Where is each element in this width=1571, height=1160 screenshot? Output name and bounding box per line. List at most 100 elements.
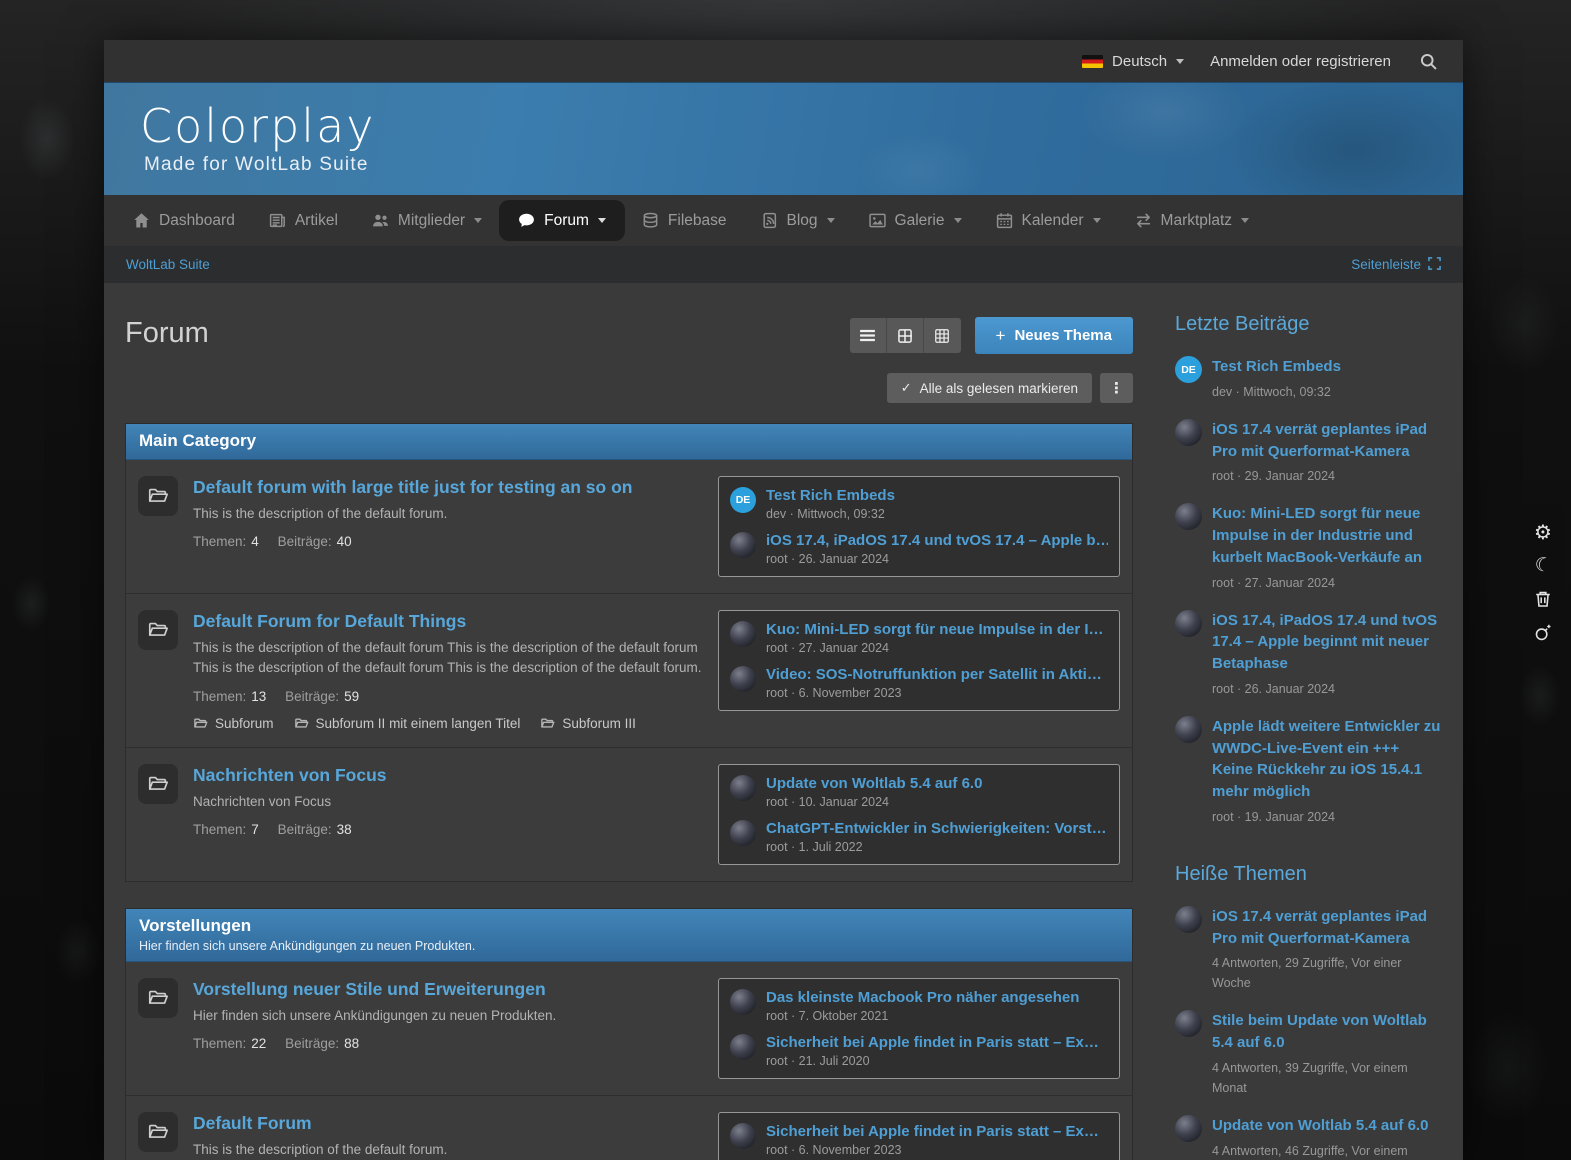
- more-options-button[interactable]: ⋮: [1100, 373, 1133, 403]
- mark-all-read-button[interactable]: ✓ Alle als gelesen markieren: [887, 373, 1092, 403]
- posts-label: Beiträge:: [285, 1036, 339, 1051]
- subforum-link[interactable]: Subforum: [193, 716, 274, 731]
- nav-item-artikel[interactable]: Artikel: [252, 195, 355, 246]
- hot-topic-link[interactable]: Update von Woltlab 5.4 auf 6.0: [1212, 1115, 1443, 1137]
- nav-item-mitglieder[interactable]: Mitglieder: [355, 195, 499, 246]
- nav-item-filebase[interactable]: Filebase: [625, 195, 744, 246]
- avatar[interactable]: [730, 775, 756, 801]
- site-logo[interactable]: Colorplay: [140, 102, 1463, 150]
- forum-title-link[interactable]: Nachrichten von Focus: [193, 765, 387, 786]
- trash-icon[interactable]: [1521, 582, 1565, 615]
- dark-mode-moon-icon[interactable]: ☾: [1518, 545, 1568, 586]
- search-icon[interactable]: [1417, 50, 1439, 72]
- recent-post-item: DE Test Rich Embeds dev · Mittwoch, 09:3…: [1175, 356, 1443, 402]
- recent-post-link[interactable]: Kuo: Mini-LED sorgt für neue Impulse in …: [1212, 503, 1443, 568]
- forum-stats: Themen:22 Beiträge:88: [193, 1036, 703, 1051]
- hot-topic-item: iOS 17.4 verrät geplantes iPad Pro mit Q…: [1175, 906, 1443, 994]
- avatar[interactable]: DE: [1175, 356, 1202, 383]
- login-register-link[interactable]: Anmelden oder registrieren: [1210, 53, 1391, 70]
- nav-item-kalender[interactable]: Kalender: [979, 195, 1118, 246]
- hot-topic-link[interactable]: iOS 17.4 verrät geplantes iPad Pro mit Q…: [1212, 906, 1443, 950]
- nav-item-dashboard[interactable]: Dashboard: [116, 195, 252, 246]
- new-topic-label: Neues Thema: [1014, 327, 1112, 344]
- latest-post-meta: dev · Mittwoch, 09:32: [766, 507, 895, 521]
- bomb-icon[interactable]: [1521, 615, 1565, 648]
- list-view-button[interactable]: [850, 318, 887, 353]
- latest-post-link[interactable]: ChatGPT-Entwickler in Schwierigkeiten: V…: [766, 820, 1107, 837]
- chevron-down-icon: [598, 218, 606, 223]
- forum-title-link[interactable]: Default Forum for Default Things: [193, 611, 466, 632]
- avatar[interactable]: [1175, 419, 1202, 446]
- posts-count: 38: [337, 822, 352, 837]
- nav-item-marktplatz[interactable]: Marktplatz: [1118, 195, 1267, 246]
- latest-post-link[interactable]: Update von Woltlab 5.4 auf 6.0: [766, 775, 982, 792]
- avatar[interactable]: [730, 666, 756, 692]
- home-icon: [133, 212, 150, 229]
- latest-posts-box: Das kleinste Macbook Pro näher angesehen…: [718, 978, 1120, 1079]
- forum-title-link[interactable]: Default Forum: [193, 1113, 312, 1134]
- topics-label: Themen:: [193, 822, 246, 837]
- avatar[interactable]: [1175, 503, 1202, 530]
- nav-item-galerie[interactable]: Galerie: [852, 195, 979, 246]
- subforum-link[interactable]: Subforum II mit einem langen Titel: [294, 716, 521, 731]
- latest-post-link[interactable]: Das kleinste Macbook Pro näher angesehen: [766, 989, 1079, 1006]
- avatar[interactable]: [730, 989, 756, 1015]
- settings-gear-icon[interactable]: ⚙: [1521, 516, 1565, 549]
- forum-title-link[interactable]: Default forum with large title just for …: [193, 477, 632, 498]
- avatar[interactable]: [730, 1034, 756, 1060]
- nav-item-forum[interactable]: Forum: [499, 200, 625, 241]
- new-topic-button[interactable]: + Neues Thema: [975, 317, 1133, 354]
- latest-post-link[interactable]: Video: SOS-Notruffunktion per Satellit i…: [766, 666, 1102, 683]
- forum-row: Default forum with large title just for …: [126, 460, 1132, 593]
- top-user-bar: Deutsch Anmelden oder registrieren: [104, 40, 1463, 82]
- avatar[interactable]: [730, 1123, 756, 1149]
- latest-post-link[interactable]: iOS 17.4, iPadOS 17.4 und tvOS 17.4 – Ap…: [766, 532, 1108, 549]
- avatar[interactable]: [730, 820, 756, 846]
- nav-label: Blog: [787, 212, 818, 230]
- recent-post-link[interactable]: Apple lädt weitere Entwickler zu WWDC-Li…: [1212, 716, 1443, 803]
- folder-open-icon: [138, 1112, 178, 1152]
- recent-post-link[interactable]: iOS 17.4, iPadOS 17.4 und tvOS 17.4 – Ap…: [1212, 610, 1443, 675]
- latest-post: Update von Woltlab 5.4 auf 6.0 root · 10…: [730, 775, 1108, 809]
- sidebar-toggle[interactable]: Seitenleiste: [1351, 257, 1441, 273]
- nav-label: Mitglieder: [398, 212, 465, 230]
- avatar[interactable]: [730, 621, 756, 647]
- latest-post-meta: root · 6. November 2023: [766, 686, 1102, 700]
- folder-open-icon: [138, 476, 178, 516]
- compact-grid-view-button[interactable]: [924, 318, 961, 353]
- avatar[interactable]: [1175, 716, 1202, 743]
- forum-row: Nachrichten von Focus Nachrichten von Fo…: [126, 747, 1132, 881]
- exchange-arrows-icon: [1135, 212, 1152, 229]
- avatar[interactable]: DE: [730, 487, 756, 513]
- subforum-link[interactable]: Subforum III: [540, 716, 636, 731]
- avatar[interactable]: [1175, 1115, 1202, 1142]
- latest-post-link[interactable]: Sicherheit bei Apple findet in Paris sta…: [766, 1034, 1099, 1051]
- recent-post-link[interactable]: Test Rich Embeds: [1212, 356, 1341, 378]
- avatar[interactable]: [730, 532, 756, 558]
- latest-post: ChatGPT-Entwickler in Schwierigkeiten: V…: [730, 820, 1108, 854]
- latest-post-link[interactable]: Kuo: Mini-LED sorgt für neue Impulse in …: [766, 621, 1104, 638]
- latest-post-link[interactable]: Sicherheit bei Apple findet in Paris sta…: [766, 1123, 1099, 1140]
- users-icon: [372, 212, 389, 229]
- grid-view-button[interactable]: [887, 318, 924, 353]
- nav-item-blog[interactable]: Blog: [744, 195, 852, 246]
- chevron-down-icon: [827, 218, 835, 223]
- latest-post-link[interactable]: Test Rich Embeds: [766, 487, 895, 504]
- language-selector[interactable]: Deutsch: [1082, 53, 1184, 70]
- avatar[interactable]: [1175, 1010, 1202, 1037]
- forum-stats: Themen:4 Beiträge:40: [193, 534, 703, 549]
- avatar[interactable]: [1175, 906, 1202, 933]
- avatar[interactable]: [1175, 610, 1202, 637]
- latest-post-meta: root · 6. November 2023: [766, 1143, 1099, 1157]
- recent-post-item: iOS 17.4 verrät geplantes iPad Pro mit Q…: [1175, 419, 1443, 487]
- nav-label: Forum: [544, 212, 589, 230]
- topics-label: Themen:: [193, 534, 246, 549]
- content-area: Forum + Neues Thema: [104, 283, 1463, 1160]
- hot-topic-link[interactable]: Stile beim Update von Woltlab 5.4 auf 6.…: [1212, 1010, 1443, 1054]
- image-icon: [869, 212, 886, 229]
- breadcrumb-root-link[interactable]: WoltLab Suite: [126, 257, 210, 272]
- sidebar: Letzte Beiträge DE Test Rich Embeds dev …: [1175, 283, 1443, 1140]
- recent-post-link[interactable]: iOS 17.4 verrät geplantes iPad Pro mit Q…: [1212, 419, 1443, 463]
- comment-icon: [518, 212, 535, 229]
- forum-title-link[interactable]: Vorstellung neuer Stile und Erweiterunge…: [193, 979, 546, 1000]
